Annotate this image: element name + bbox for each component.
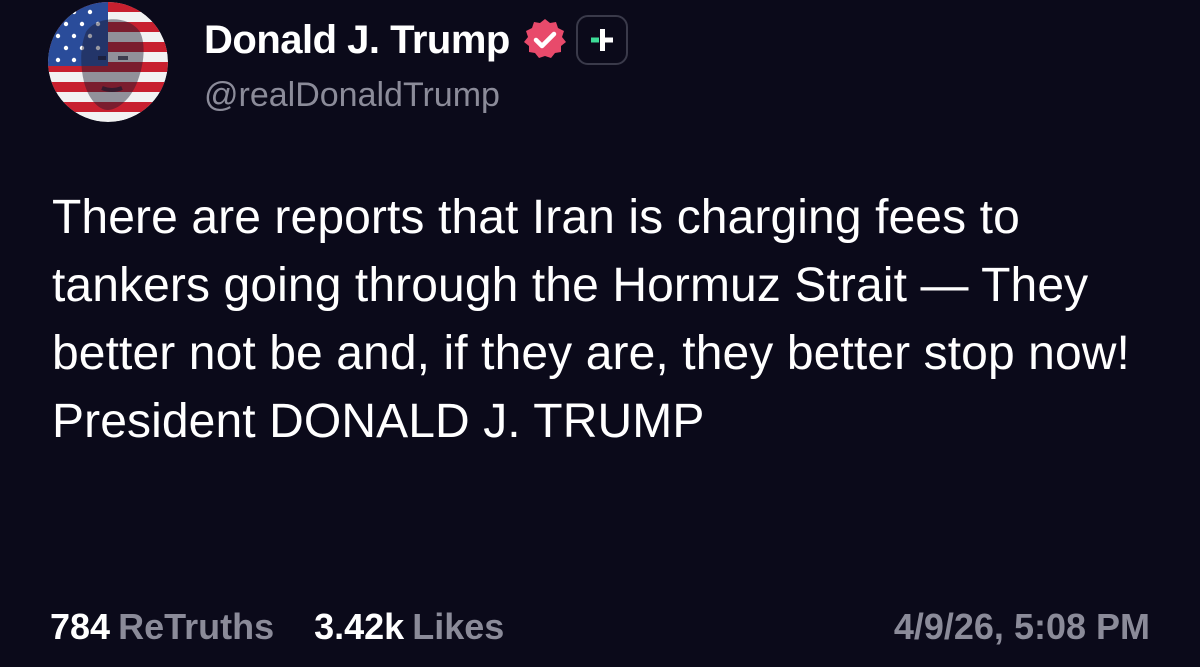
- author-display-name[interactable]: Donald J. Trump: [204, 18, 510, 63]
- post-timestamp[interactable]: 4/9/26, 5:08 PM: [894, 603, 1150, 651]
- likes-label: Likes: [412, 606, 505, 647]
- post-text: There are reports that Iran is charging …: [52, 191, 1130, 448]
- truth-post: Donald J. Trump @realDonaldTrump There a…: [0, 0, 1200, 667]
- retruths-label: ReTruths: [118, 606, 275, 647]
- retruths-count: 784: [50, 606, 111, 647]
- follow-button[interactable]: [575, 15, 628, 65]
- retruths-stat[interactable]: 784 ReTruths: [50, 606, 274, 648]
- plus-icon: [590, 29, 613, 51]
- verified-badge-icon: [522, 17, 568, 63]
- avatar[interactable]: [48, 2, 168, 122]
- author-handle[interactable]: @realDonaldTrump: [204, 76, 500, 115]
- author-name-row: Donald J. Trump: [204, 14, 628, 66]
- post-stats: 784 ReTruths 3.42k Likes: [50, 603, 504, 651]
- likes-stat[interactable]: 3.42k Likes: [314, 606, 504, 648]
- likes-count: 3.42k: [314, 606, 405, 647]
- flag-portrait-avatar-icon: [48, 2, 168, 122]
